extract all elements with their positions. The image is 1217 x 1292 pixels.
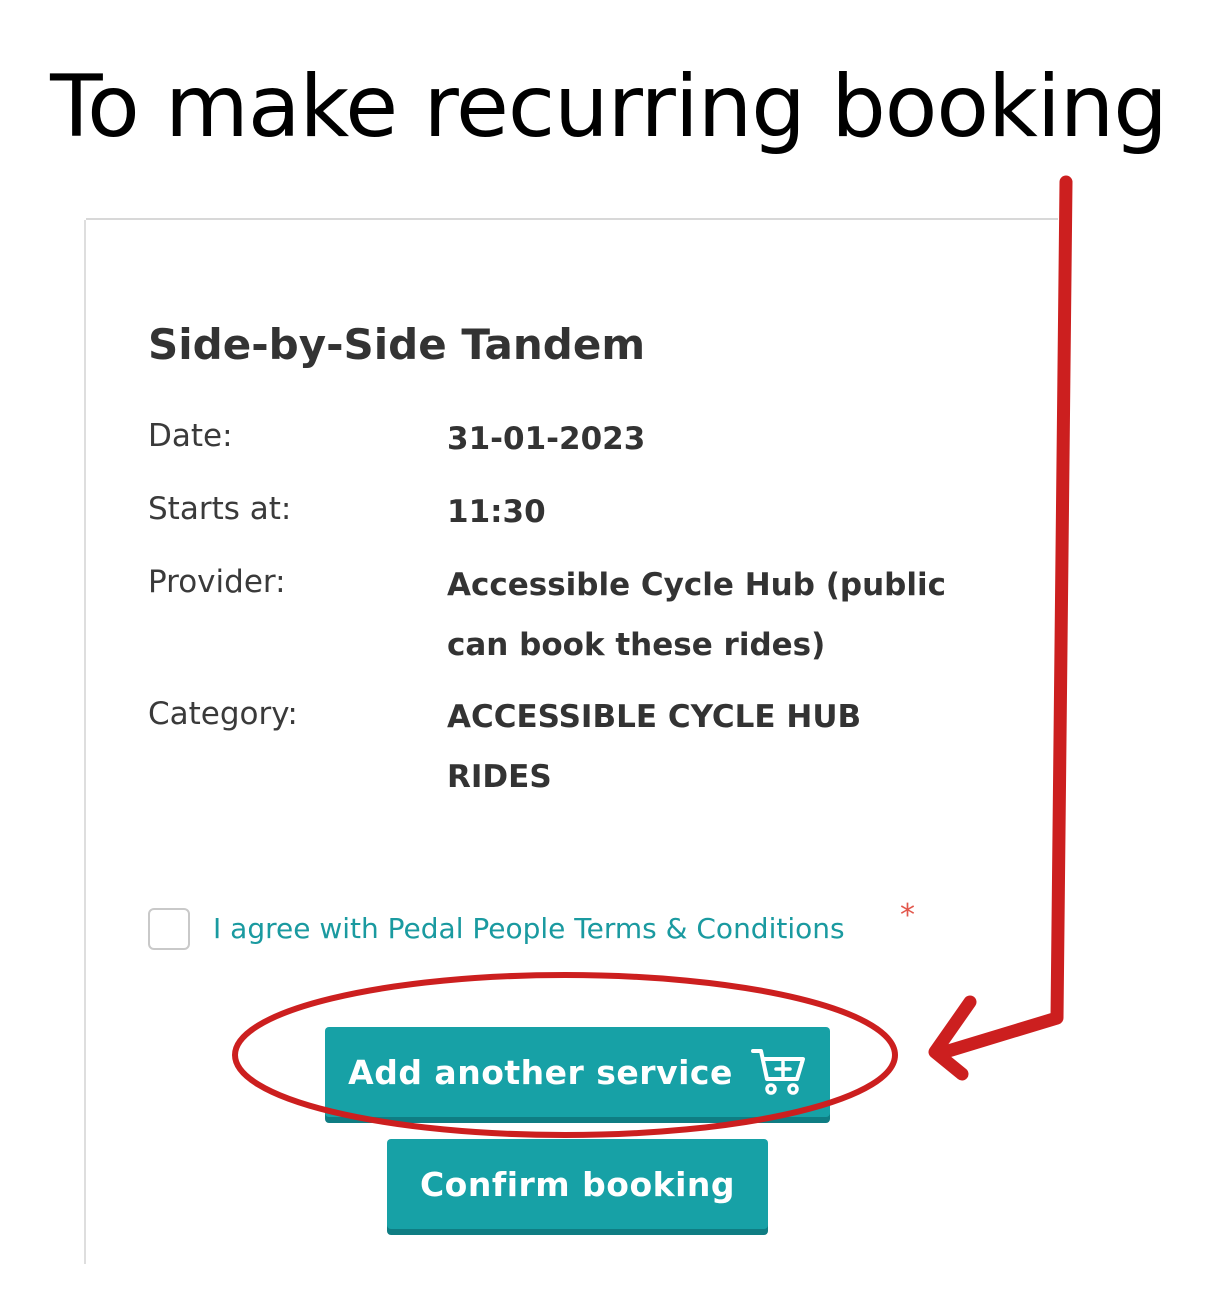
category-value: ACCESSIBLE CYCLE HUB RIDES (447, 699, 862, 795)
cart-plus-icon (750, 1047, 807, 1097)
add-another-service-button[interactable]: Add another service (325, 1027, 830, 1117)
annotation-arrow-head (928, 995, 977, 1081)
add-another-service-label: Add another service (348, 1052, 733, 1092)
card-top-border (86, 218, 1058, 220)
starts-at-label: Starts at: (148, 491, 292, 527)
confirm-booking-label: Confirm booking (419, 1164, 736, 1204)
card-left-border (84, 220, 86, 1264)
terms-link[interactable]: I agree with Pedal People Terms & Condit… (213, 912, 845, 945)
required-marker: * (900, 898, 915, 933)
category-label: Category: (148, 696, 298, 732)
date-label: Date: (148, 418, 233, 454)
provider-label: Provider: (148, 564, 286, 600)
confirm-booking-button[interactable]: Confirm booking (387, 1139, 768, 1229)
date-value: 31-01-2023 (447, 421, 646, 457)
starts-at-value: 11:30 (447, 494, 546, 530)
service-title: Side-by-Side Tandem (148, 320, 646, 369)
annotation-headline: To make recurring booking (50, 57, 1168, 157)
provider-value: Accessible Cycle Hub (public can book th… (447, 567, 946, 663)
terms-checkbox[interactable] (148, 908, 190, 950)
